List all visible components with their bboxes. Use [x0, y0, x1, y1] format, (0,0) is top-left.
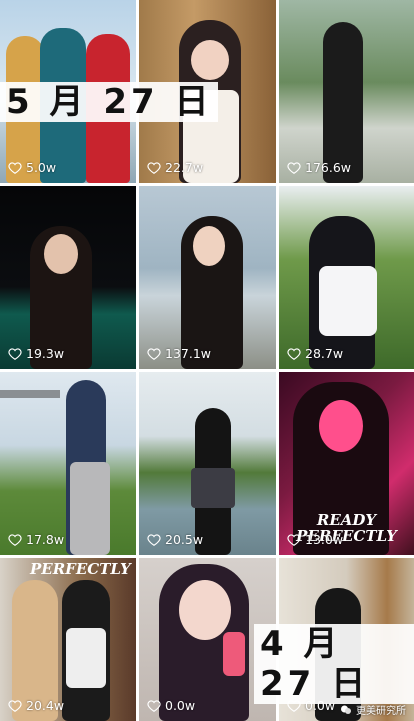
like-count: 13.0w — [287, 532, 343, 547]
date-label-first: 5 月 27 日 — [0, 82, 219, 122]
like-count-text: 20.5w — [165, 532, 204, 547]
heart-icon — [8, 533, 22, 546]
like-count: 176.6w — [287, 160, 351, 175]
like-count: 20.4w — [8, 698, 64, 713]
heart-icon — [8, 347, 22, 360]
like-count-text: 22.7w — [165, 160, 204, 175]
like-count-text: 20.4w — [26, 698, 65, 713]
like-count-text: 17.8w — [26, 532, 65, 547]
video-thumbnail[interactable]: 20.5w — [139, 372, 276, 555]
overlay-perfectly-text: PERFECTLY — [30, 560, 131, 578]
like-count: 17.8w — [8, 532, 64, 547]
heart-icon — [287, 533, 301, 546]
like-count-text: 19.3w — [26, 346, 65, 361]
wechat-icon — [341, 705, 351, 714]
heart-icon — [147, 533, 161, 546]
like-count: 0.0w — [147, 698, 195, 713]
like-count: 5.0w — [8, 160, 56, 175]
like-count: 20.5w — [147, 532, 203, 547]
video-thumbnail[interactable]: 19.3w — [0, 186, 136, 369]
heart-icon — [8, 161, 22, 174]
video-thumbnail[interactable]: PERFECTLY 20.4w — [0, 558, 136, 721]
heart-icon — [147, 347, 161, 360]
like-count: 22.7w — [147, 160, 203, 175]
like-count-text: 28.7w — [305, 346, 344, 361]
like-count-text: 176.6w — [305, 160, 352, 175]
heart-icon — [8, 699, 22, 712]
like-count: 19.3w — [8, 346, 64, 361]
heart-icon — [147, 161, 161, 174]
watermark: 更美研究所 — [340, 702, 406, 717]
like-count-text: 0.0w — [165, 698, 196, 713]
video-thumbnail[interactable]: READY PERFECTLY 13.0w — [279, 372, 414, 555]
video-thumbnail[interactable]: 17.8w — [0, 372, 136, 555]
video-thumbnail[interactable]: 137.1w — [139, 186, 276, 369]
heart-icon — [287, 347, 301, 360]
like-count-text: 13.0w — [305, 532, 344, 547]
like-count-text: 137.1w — [165, 346, 212, 361]
like-count-text: 5.0w — [26, 160, 57, 175]
video-thumbnail[interactable]: 28.7w — [279, 186, 414, 369]
heart-icon — [287, 161, 301, 174]
watermark-text: 更美研究所 — [356, 706, 406, 717]
video-thumbnail[interactable]: 176.6w — [279, 0, 414, 183]
overlay-ready-text: READY — [316, 511, 377, 529]
like-count: 28.7w — [287, 346, 343, 361]
like-count: 137.1w — [147, 346, 211, 361]
heart-icon — [147, 699, 161, 712]
date-label-second: 4 月 27 日 — [254, 624, 414, 704]
